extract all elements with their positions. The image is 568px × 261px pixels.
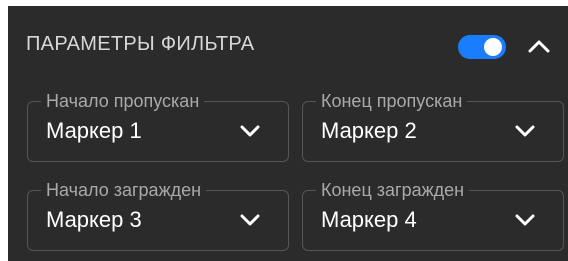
filter-toggle-switch[interactable] <box>458 35 506 59</box>
panel-header: ПАРАМЕТРЫ ФИЛЬТРА <box>8 6 568 84</box>
passband-start-select[interactable]: Начало пропускан Маркер 1 <box>27 90 289 162</box>
select-label: Конец загражден <box>316 179 470 201</box>
stopband-end-select[interactable]: Конец загражден Маркер 4 <box>302 179 564 251</box>
panel-title: ПАРАМЕТРЫ ФИЛЬТРА <box>26 33 255 55</box>
select-value: Маркер 3 <box>46 207 142 232</box>
select-value: Маркер 4 <box>321 207 417 232</box>
chevron-down-icon <box>515 125 535 137</box>
toggle-knob <box>484 38 502 56</box>
chevron-down-icon <box>240 214 260 226</box>
select-value: Маркер 1 <box>46 118 142 143</box>
select-value: Маркер 2 <box>321 118 417 143</box>
filter-parameters-panel: ПАРАМЕТРЫ ФИЛЬТРА Начало пропускан Марке… <box>8 6 568 261</box>
chevron-down-icon <box>515 214 535 226</box>
select-label: Начало пропускан <box>41 90 205 112</box>
stopband-start-select[interactable]: Начало загражден Маркер 3 <box>27 179 289 251</box>
select-label: Конец пропускан <box>316 90 468 112</box>
passband-end-select[interactable]: Конец пропускан Маркер 2 <box>302 90 564 162</box>
collapse-button[interactable] <box>526 36 552 58</box>
chevron-down-icon <box>240 125 260 137</box>
select-label: Начало загражден <box>41 179 207 201</box>
chevron-up-icon <box>528 40 550 53</box>
